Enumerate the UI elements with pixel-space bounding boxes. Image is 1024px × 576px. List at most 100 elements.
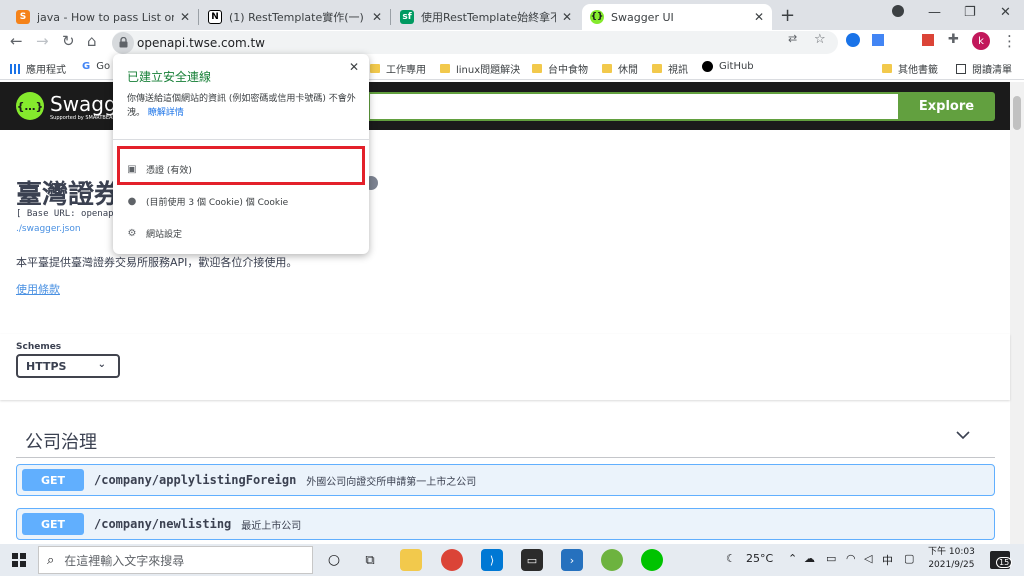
spec-link[interactable]: ./swagger.json: [16, 224, 81, 234]
chevron-up-icon[interactable]: ⌃: [788, 552, 797, 565]
divider: [113, 139, 369, 140]
battery-icon[interactable]: ▭: [826, 552, 836, 565]
cookie-icon: ●: [127, 196, 137, 207]
bookmark-folder[interactable]: 休閒: [602, 61, 638, 76]
browser-toolbar: ← → ↻ ⌂ openapi.twse.com.tw ⇄ ☆ ✚ k ⋮: [0, 30, 1024, 56]
windows-start-icon[interactable]: [12, 552, 26, 571]
bookmark-other[interactable]: 其他書籤: [882, 61, 938, 76]
site-settings-item[interactable]: ⚙ 網站設定: [127, 227, 183, 240]
vscode-icon[interactable]: ⟩: [481, 549, 503, 571]
close-icon[interactable]: ✕: [180, 10, 190, 24]
folder-icon: [652, 64, 662, 73]
cloud-icon[interactable]: ☁: [804, 552, 815, 565]
close-icon[interactable]: ✕: [754, 10, 764, 24]
bookmark-github[interactable]: GitHub: [702, 61, 754, 72]
spring-tool-suite-icon[interactable]: [601, 549, 623, 571]
swagger-icon: {}: [590, 10, 604, 24]
close-icon[interactable]: ✕: [562, 10, 572, 24]
explore-button[interactable]: Explore: [898, 92, 995, 121]
bookmark-folder[interactable]: 台中食物: [532, 61, 588, 76]
bookmark-google[interactable]: G Go: [82, 61, 110, 72]
bookmark-folder[interactable]: 工作專用: [370, 61, 426, 76]
schemes-section: [0, 334, 1010, 400]
tab-title: 使用RestTemplate始終拿不到預: [421, 11, 556, 24]
cookies-item[interactable]: ● (目前使用 3 個 Cookie) 個 Cookie: [127, 195, 289, 208]
extension-icon[interactable]: [872, 34, 884, 46]
scrollbar-thumb[interactable]: [1013, 96, 1021, 130]
notification-center-icon[interactable]: 15: [990, 551, 1013, 569]
minimize-button[interactable]: —: [928, 5, 941, 20]
reload-button[interactable]: ↻: [62, 32, 75, 50]
cortana-icon[interactable]: ○: [323, 549, 345, 571]
address-bar[interactable]: openapi.twse.com.tw: [112, 31, 838, 54]
tab-separator: [390, 9, 391, 25]
close-icon[interactable]: ✕: [349, 60, 359, 74]
tab-swagger-ui[interactable]: {} Swagger UI ✕: [582, 4, 772, 30]
site-settings-label: 網站設定: [146, 230, 183, 240]
ime-indicator[interactable]: 中: [882, 552, 893, 568]
learn-more-link[interactable]: 瞭解詳情: [148, 108, 184, 118]
extension-icon[interactable]: [846, 33, 860, 47]
file-explorer-icon[interactable]: [400, 549, 422, 571]
close-icon[interactable]: ✕: [372, 10, 382, 24]
notification-count: 15: [996, 557, 1013, 568]
tab-java[interactable]: S java - How to pass List or String ✕: [8, 4, 198, 30]
popup-description: 你傳送給這個網站的資訊 (例如密碼或信用卡號碼) 不會外洩。 瞭解詳情: [127, 92, 361, 120]
maximize-button[interactable]: ❐: [964, 5, 976, 20]
chrome-icon[interactable]: [441, 549, 463, 571]
bookmark-folder[interactable]: 視訊: [652, 61, 688, 76]
operation-get-applylistingforeign[interactable]: GET /company/applylistingForeign 外國公司向證交…: [16, 464, 995, 496]
lock-icon[interactable]: [112, 31, 134, 54]
tab-title: java - How to pass List or String: [37, 10, 174, 24]
gear-icon: ⚙: [127, 228, 137, 239]
volume-icon[interactable]: ◁: [864, 552, 872, 565]
operation-summary: 外國公司向證交所申請第一上市之公司: [306, 476, 477, 488]
chevron-down-icon: ⌄: [97, 359, 106, 370]
bookmark-folder[interactable]: linux問題解決: [440, 61, 520, 76]
menu-icon[interactable]: ⋮: [1002, 32, 1017, 50]
page-scrollbar[interactable]: [1010, 82, 1024, 544]
google-icon: G: [82, 61, 91, 72]
notion-icon: N: [208, 10, 222, 24]
api-description: 本平臺提供臺灣證券交易所服務API，歡迎各位介接使用。: [16, 256, 298, 269]
folder-icon: [602, 64, 612, 73]
clock-time: 下午 10:03: [928, 547, 975, 557]
terms-link[interactable]: 使用條款: [16, 281, 60, 297]
translate-icon[interactable]: ⇄: [788, 32, 797, 45]
chevron-down-icon[interactable]: [956, 428, 970, 444]
clock[interactable]: 下午 10:03 2021/9/25: [928, 546, 975, 572]
popup-title: 已建立安全連線: [127, 70, 212, 84]
line-icon[interactable]: [641, 549, 663, 571]
extension-icon[interactable]: [922, 34, 934, 46]
divider: [16, 457, 995, 458]
search-icon: ⌕: [47, 552, 55, 568]
new-tab-button[interactable]: +: [780, 5, 795, 26]
close-window-button[interactable]: ✕: [1000, 5, 1011, 20]
tab-notion[interactable]: N (1) RestTemplate實作(一) ✕: [200, 4, 390, 30]
folder-icon: [440, 64, 450, 73]
back-button[interactable]: ←: [10, 32, 23, 50]
temperature[interactable]: 25°C: [746, 552, 773, 565]
profile-avatar[interactable]: k: [972, 32, 990, 50]
bookmark-apps[interactable]: 應用程式: [10, 61, 66, 76]
weather-icon[interactable]: ☾: [726, 552, 736, 565]
ime-mode-icon[interactable]: ▢: [904, 552, 914, 565]
operation-get-newlisting[interactable]: GET /company/newlisting 最近上市公司: [16, 508, 995, 540]
spec-url-input[interactable]: [368, 92, 898, 121]
tab-segmentfault[interactable]: sf 使用RestTemplate始終拿不到預 ✕: [392, 4, 580, 30]
tag-title[interactable]: 公司治理: [25, 428, 97, 454]
forward-button[interactable]: →: [36, 32, 49, 50]
tab-search-icon[interactable]: [892, 5, 904, 21]
home-icon[interactable]: ⌂: [87, 32, 97, 50]
extensions-puzzle-icon[interactable]: ✚: [948, 32, 959, 47]
wifi-icon[interactable]: ◠: [846, 552, 856, 565]
bookmark-label: 台中食物: [548, 65, 588, 76]
reading-list[interactable]: 閱讀清單: [956, 61, 1012, 76]
bookmark-star-icon[interactable]: ☆: [814, 32, 826, 47]
folder-icon: [882, 64, 892, 73]
schemes-select[interactable]: HTTPS ⌄: [16, 354, 120, 378]
powershell-icon[interactable]: ›: [561, 549, 583, 571]
terminal-icon[interactable]: ▭: [521, 549, 543, 571]
taskbar-search[interactable]: ⌕ 在這裡輸入文字來搜尋: [38, 546, 313, 574]
task-view-icon[interactable]: ⧉: [359, 549, 381, 571]
